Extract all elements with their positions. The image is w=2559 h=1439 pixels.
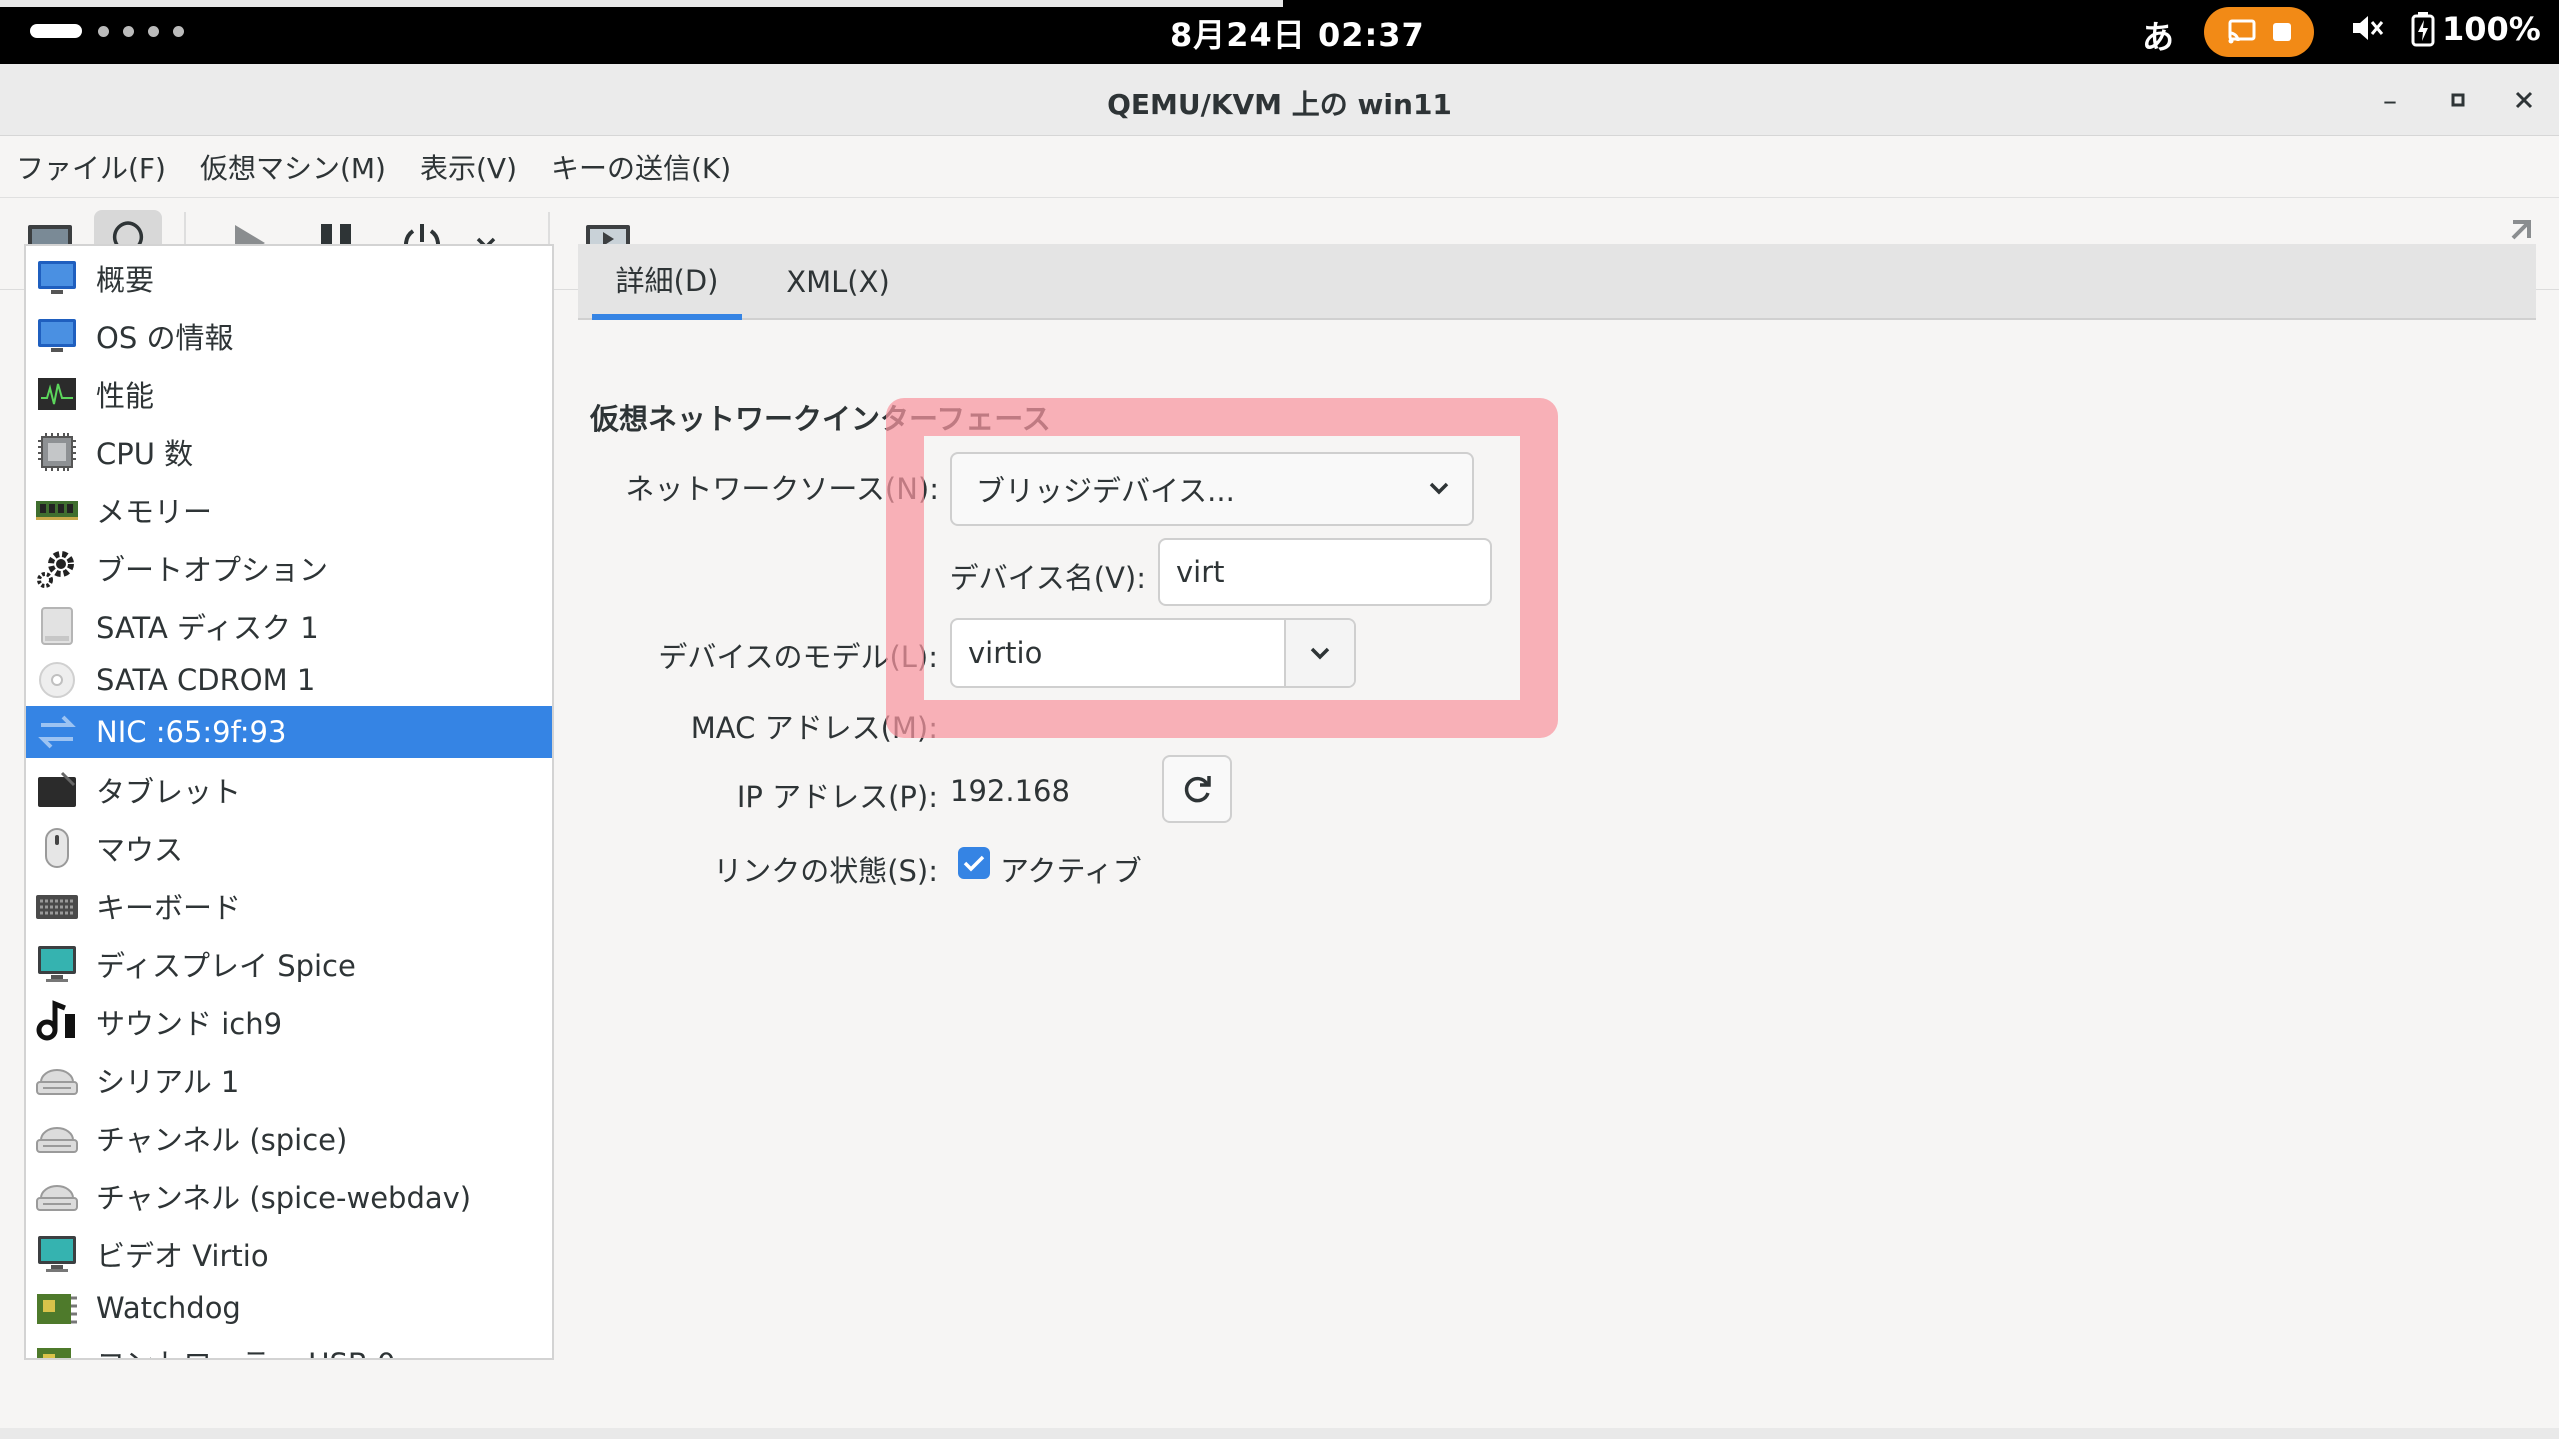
page-dot <box>123 25 134 37</box>
sidebar-item-video-virtio[interactable]: ビデオ Virtio <box>26 1228 552 1280</box>
channel-icon <box>34 1174 80 1218</box>
channel-icon <box>34 1116 80 1160</box>
sidebar-item-sound[interactable]: サウンド ich9 <box>26 996 552 1048</box>
sidebar-item-controller-usb[interactable]: コントローラー USB 0 <box>26 1336 552 1358</box>
cast-icon <box>2228 19 2256 44</box>
sidebar-item-display-spice[interactable]: ディスプレイ Spice <box>26 938 552 990</box>
tab-xml[interactable]: XML(X) <box>768 244 908 320</box>
page-dot <box>148 25 159 37</box>
section-title: 仮想ネットワークインターフェース <box>590 402 1051 436</box>
refresh-ip-button[interactable] <box>1162 755 1232 823</box>
sidebar-item-cpu[interactable]: CPU 数 <box>26 426 552 478</box>
device-name-input[interactable]: virt <box>1158 538 1492 606</box>
sidebar-item-tablet[interactable]: タブレット <box>26 764 552 816</box>
checkmark-icon <box>963 855 985 872</box>
mouse-icon <box>34 826 80 870</box>
tablet-icon <box>34 768 80 812</box>
link-state-label: リンクの状態(S): <box>713 854 938 888</box>
screen-cast-indicator[interactable] <box>2204 7 2314 57</box>
ip-address-value: 192.168 <box>950 774 1070 808</box>
device-model-combo[interactable]: virtio <box>950 618 1356 688</box>
controller-icon <box>34 1340 80 1358</box>
menu-send-key[interactable]: キーの送信(K) <box>551 147 731 187</box>
device-model-value: virtio <box>968 636 1043 670</box>
volume-muted-icon[interactable] <box>2350 12 2384 52</box>
network-source-combo[interactable]: ブリッジデバイス... <box>950 452 1474 526</box>
window-bottom-edge <box>0 1428 2559 1439</box>
maximize-icon <box>2451 93 2465 107</box>
device-model-label: デバイスのモデル(L): <box>658 640 938 674</box>
minimize-button[interactable]: – <box>2370 80 2410 120</box>
cpu-icon <box>34 430 80 474</box>
network-source-label: ネットワークソース(N): <box>625 472 939 506</box>
monitor-icon <box>34 314 80 358</box>
sidebar-item-serial[interactable]: シリアル 1 <box>26 1054 552 1106</box>
chevron-down-icon <box>1310 647 1330 660</box>
mac-address-label: MAC アドレス(M): <box>690 711 938 745</box>
sidebar-item-overview[interactable]: 概要 <box>26 252 552 304</box>
sidebar-item-memory[interactable]: メモリー <box>26 484 552 536</box>
monitor-icon <box>34 256 80 300</box>
ime-indicator[interactable]: あ <box>2142 12 2174 58</box>
performance-icon <box>34 372 80 416</box>
chevron-down-icon <box>1429 482 1449 495</box>
gear-icon <box>34 546 80 590</box>
sound-icon <box>34 1000 80 1044</box>
tab-details[interactable]: 詳細(D) <box>592 244 742 320</box>
close-button[interactable] <box>2504 80 2544 120</box>
disk-icon <box>34 604 80 648</box>
sidebar-item-os-info[interactable]: OS の情報 <box>26 310 552 362</box>
window-title: QEMU/KVM 上の win11 <box>1107 88 1452 121</box>
page-dots <box>30 24 198 38</box>
sidebar-item-channel-spice-webdav[interactable]: チャンネル (spice-webdav) <box>26 1170 552 1222</box>
menu-view[interactable]: 表示(V) <box>420 147 517 187</box>
menu-bar: ファイル(F) 仮想マシン(M) 表示(V) キーの送信(K) <box>0 136 2559 198</box>
sidebar-item-sata-cdrom[interactable]: SATA CDROM 1 <box>26 654 552 706</box>
sidebar-item-mouse[interactable]: マウス <box>26 822 552 874</box>
sidebar-item-keyboard[interactable]: キーボード <box>26 880 552 932</box>
detail-tabs: 詳細(D) XML(X) <box>578 244 2536 320</box>
ip-address-label: IP アドレス(P): <box>736 780 938 814</box>
link-active-checkbox[interactable] <box>958 847 990 879</box>
refresh-icon <box>1184 776 1211 803</box>
page-load-indicator <box>0 0 1283 7</box>
menu-virtual-machine[interactable]: 仮想マシン(M) <box>200 147 386 187</box>
battery-charging-icon <box>2411 12 2435 47</box>
cdrom-icon <box>34 658 80 702</box>
menu-file[interactable]: ファイル(F) <box>16 147 166 187</box>
sidebar-item-nic[interactable]: NIC :65:9f:93 <box>26 706 552 758</box>
memory-icon <box>34 488 80 532</box>
stop-icon <box>2273 23 2291 41</box>
window-titlebar[interactable]: QEMU/KVM 上の win11 – <box>0 64 2559 136</box>
device-name-label: デバイス名(V): <box>949 561 1146 595</box>
device-model-dropdown-button[interactable] <box>1284 620 1354 686</box>
page-dot <box>98 25 109 37</box>
network-icon <box>34 710 80 754</box>
link-state-value: アクティブ <box>1000 854 1142 888</box>
display-icon <box>34 942 80 986</box>
network-source-value: ブリッジデバイス... <box>976 474 1235 508</box>
hardware-list: 概要 OS の情報 性能 CPU 数 メモリー ブートオプション SATA ディ… <box>24 244 554 1360</box>
watchdog-icon <box>34 1286 80 1330</box>
serial-icon <box>34 1058 80 1102</box>
clock: 8月24日 02:37 <box>1170 16 1425 54</box>
sidebar-item-channel-spice[interactable]: チャンネル (spice) <box>26 1112 552 1164</box>
sidebar-item-sata-disk[interactable]: SATA ディスク 1 <box>26 600 552 652</box>
battery-percent: 100% <box>2442 10 2541 48</box>
system-status-bar: 8月24日 02:37 あ 100% <box>0 0 2559 64</box>
current-page-dot <box>30 24 82 38</box>
battery-status: 100% <box>2410 10 2541 48</box>
sidebar-item-boot-options[interactable]: ブートオプション <box>26 542 552 594</box>
page-dot <box>173 25 184 37</box>
keyboard-icon <box>34 884 80 928</box>
sidebar-item-watchdog[interactable]: Watchdog <box>26 1282 552 1334</box>
close-icon <box>2515 91 2533 109</box>
sidebar-item-performance[interactable]: 性能 <box>26 368 552 420</box>
video-icon <box>34 1232 80 1276</box>
maximize-button[interactable] <box>2438 80 2478 120</box>
